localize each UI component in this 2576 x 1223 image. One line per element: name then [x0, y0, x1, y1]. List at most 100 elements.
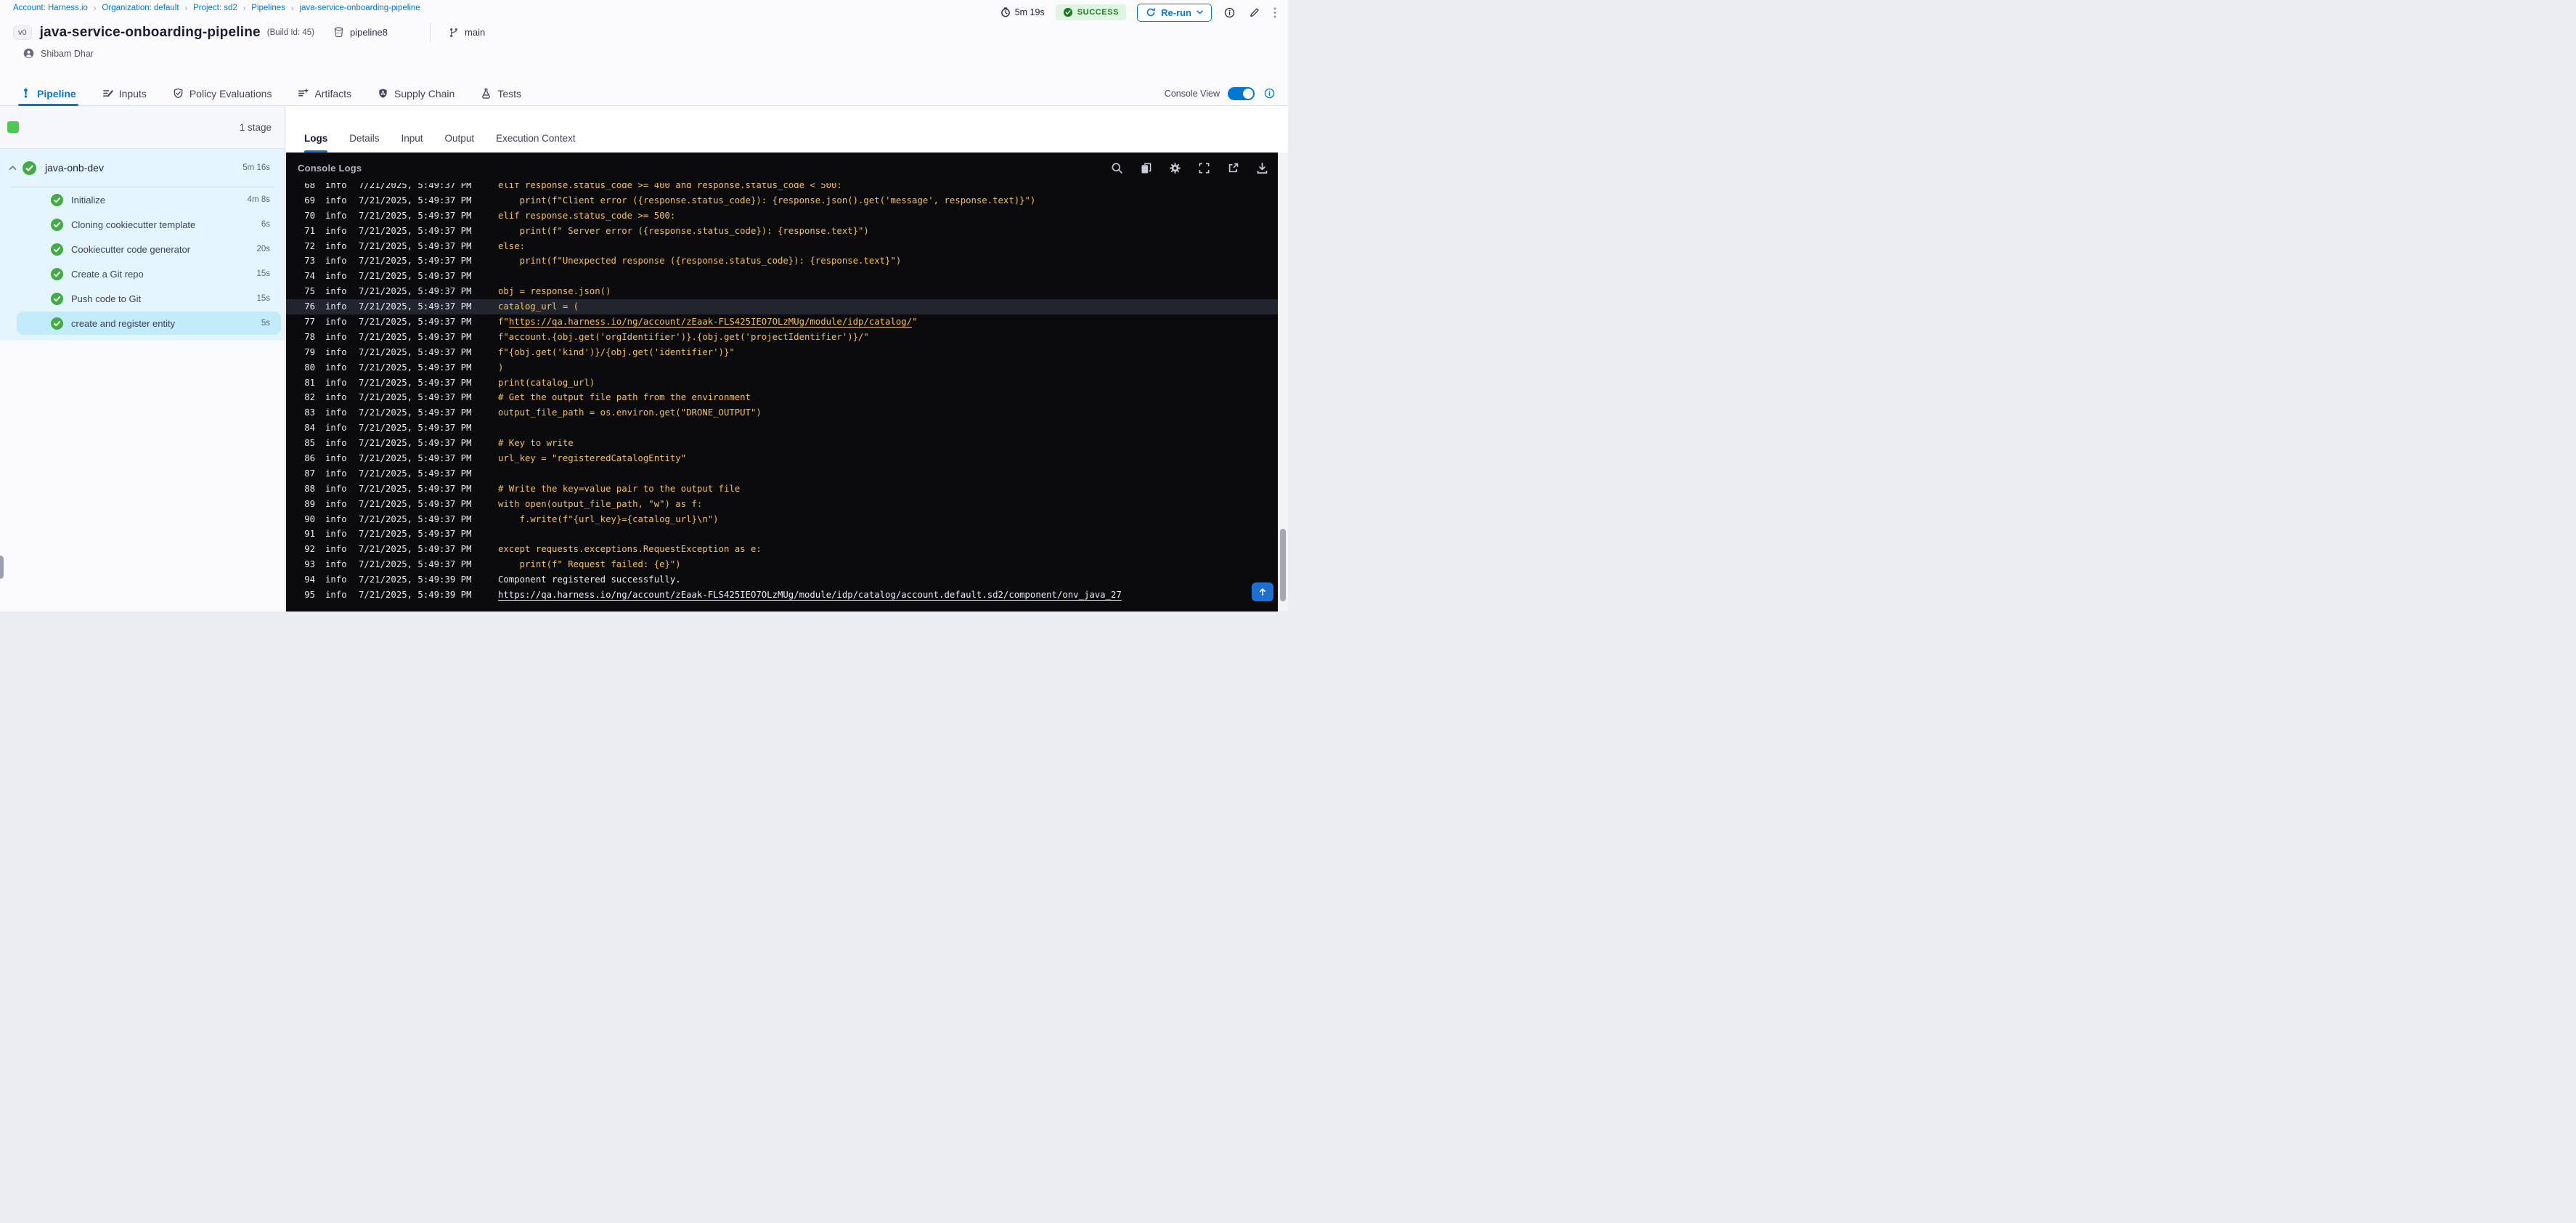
breadcrumb-item-project-sd2[interactable]: Project: sd2 [193, 4, 237, 12]
chevron-up-icon[interactable] [9, 165, 17, 171]
branch-indicator[interactable]: main [449, 27, 485, 38]
git-branch-icon [449, 28, 459, 38]
log-timestamp: 7/21/2025, 5:49:37 PM [359, 468, 472, 479]
tab-label: Inputs [118, 87, 147, 99]
log-link[interactable]: https://qa.harness.io/ng/account/zEaak-F… [498, 590, 1122, 600]
log-row: 75 info 7/21/2025, 5:49:37 PM obj = respons… [286, 284, 1278, 299]
fullscreen-icon [1198, 162, 1210, 174]
divider [430, 23, 431, 42]
step-duration: 20s [256, 245, 270, 253]
log-text: print(f" Server error ({response.status_… [498, 225, 869, 236]
breadcrumb-item-java-service-onboarding-pipeline[interactable]: java-service-onboarding-pipeline [299, 4, 420, 12]
download-button[interactable] [1256, 162, 1268, 174]
tab-inputs[interactable]: Inputs [102, 81, 147, 105]
log-timestamp: 7/21/2025, 5:49:37 PM [359, 423, 472, 434]
log-timestamp: 7/21/2025, 5:49:37 PM [359, 240, 472, 251]
tab-supply-chain[interactable]: Supply Chain [378, 81, 455, 105]
log-line-number: 78 [304, 331, 315, 342]
panel-tab-input[interactable]: Input [402, 133, 423, 144]
console-view-info-icon[interactable] [1263, 86, 1276, 100]
step-duration: 15s [256, 269, 270, 278]
step-name: Cloning cookiecutter template [71, 219, 196, 230]
stage-row-java-onb-dev[interactable]: java-onb-dev 5m 16s [0, 149, 285, 187]
log-timestamp: 7/21/2025, 5:49:37 PM [359, 513, 472, 524]
step-create-and-register-entity[interactable]: create and register entity 5s [0, 311, 285, 336]
log-level: info [325, 529, 347, 540]
scrollbar-thumb[interactable] [1280, 529, 1286, 601]
search-button[interactable] [1111, 162, 1123, 174]
log-text: except requests.exceptions.RequestExcept… [498, 544, 762, 555]
step-name: Push code to Git [71, 293, 142, 304]
log-text: print(catalog_url) [498, 377, 595, 388]
tab-tests[interactable]: Tests [481, 81, 521, 105]
step-cookiecutter-code-generator[interactable]: Cookiecutter code generator 20s [0, 237, 285, 261]
log-level: info [325, 559, 347, 570]
panel-tab-execution-context[interactable]: Execution Context [496, 133, 576, 144]
breadcrumb-item-account-harness-io[interactable]: Account: Harness.io [13, 4, 88, 12]
log-timestamp: 7/21/2025, 5:49:37 PM [359, 529, 472, 540]
left-drawer-handle[interactable] [0, 556, 4, 579]
step-create-a-git-repo[interactable]: Create a Git repo 15s [0, 261, 285, 286]
log-link[interactable]: https://qa.harness.io/ng/account/zEaak-F… [509, 317, 912, 327]
tab-artifacts[interactable]: Artifacts [298, 81, 351, 105]
trigger-author: Shibam Dhar [23, 48, 94, 59]
log-text: url_key = "registeredCatalogEntity" [498, 453, 687, 464]
log-row: 80 info 7/21/2025, 5:49:37 PM) [286, 360, 1278, 375]
settings-button[interactable] [1169, 162, 1181, 174]
more-options-button[interactable] [1272, 6, 1278, 20]
copy-button[interactable] [1140, 162, 1152, 174]
log-text: # Get the output file path from the envi… [498, 392, 751, 403]
info-button[interactable] [1223, 6, 1236, 20]
console-header: Console Logs [286, 153, 1288, 183]
pipeline-title-row: v0 java-service-onboarding-pipeline (Bui… [13, 23, 485, 42]
breadcrumb-separator: › [93, 4, 97, 12]
log-row: 85 info 7/21/2025, 5:49:37 PM # Key to writ… [286, 436, 1278, 451]
main-tabs: Pipeline Inputs Policy Evaluations Artifact… [0, 81, 1288, 106]
panel-tab-logs[interactable]: Logs [304, 133, 328, 153]
log-line-number: 90 [304, 513, 315, 524]
log-timestamp: 7/21/2025, 5:49:37 PM [359, 225, 472, 236]
stage-block: java-onb-dev 5m 16s Initialize 4m 8s Cloni… [0, 149, 285, 341]
open-in-new-button[interactable] [1227, 162, 1239, 174]
page-title: java-service-onboarding-pipeline [39, 24, 261, 40]
console-view-toggle[interactable] [1228, 86, 1255, 100]
pipeline-repo-tag[interactable]: </> pipeline8 [333, 27, 388, 38]
breadcrumb-item-organization-default[interactable]: Organization: default [102, 4, 179, 12]
log-row: 87 info 7/21/2025, 5:49:37 PM [286, 466, 1278, 482]
log-row: 79 info 7/21/2025, 5:49:37 PM f"{obj.get('k… [286, 345, 1278, 360]
log-text: print(f"Unexpected response ({response.s… [498, 256, 902, 267]
log-text: catalog_url = ( [498, 301, 579, 312]
log-timestamp: 7/21/2025, 5:49:37 PM [359, 271, 472, 282]
rerun-button[interactable]: Re-run [1137, 3, 1212, 22]
log-text: else: [498, 240, 526, 251]
log-timestamp: 7/21/2025, 5:49:37 PM [359, 183, 472, 190]
step-name: Initialize [71, 194, 105, 206]
settings-icon [1169, 162, 1181, 174]
stage-status-square-icon [7, 121, 19, 133]
search-icon [1111, 162, 1123, 174]
log-text: output_file_path = os.environ.get("DRONE… [498, 407, 762, 418]
panel-tab-details[interactable]: Details [349, 133, 379, 144]
step-push-code-to-git[interactable]: Push code to Git 15s [0, 286, 285, 311]
tab-policy-evaluations[interactable]: Policy Evaluations [173, 81, 272, 105]
step-cloning-cookiecutter-template[interactable]: Cloning cookiecutter template 6s [0, 212, 285, 237]
log-line-number: 86 [304, 453, 315, 464]
fullscreen-button[interactable] [1198, 162, 1210, 174]
log-row: 73 info 7/21/2025, 5:49:37 PM print(f"Unex… [286, 253, 1278, 269]
log-level: info [325, 286, 347, 297]
log-timestamp: 7/21/2025, 5:49:37 PM [359, 438, 472, 449]
inputs-icon [102, 88, 113, 99]
log-level: info [325, 513, 347, 524]
breadcrumb-item-pipelines[interactable]: Pipelines [251, 4, 285, 12]
panel-tab-output[interactable]: Output [445, 133, 475, 144]
console-scrollbar[interactable] [1278, 153, 1288, 612]
log-row: 89 info 7/21/2025, 5:49:37 PM with open(out… [286, 497, 1278, 512]
tab-pipeline[interactable]: Pipeline [18, 81, 78, 106]
log-row: 72 info 7/21/2025, 5:49:37 PM else: [286, 239, 1278, 254]
edit-pipeline-button[interactable] [1247, 6, 1261, 20]
step-initialize[interactable]: Initialize 4m 8s [0, 187, 285, 212]
scroll-to-top-button[interactable] [1252, 582, 1273, 601]
log-row: 82 info 7/21/2025, 5:49:37 PM # Get the out… [286, 390, 1278, 405]
log-text: with open(output_file_path, "w") as f: [498, 498, 703, 509]
svg-text:</>: </> [335, 31, 342, 36]
